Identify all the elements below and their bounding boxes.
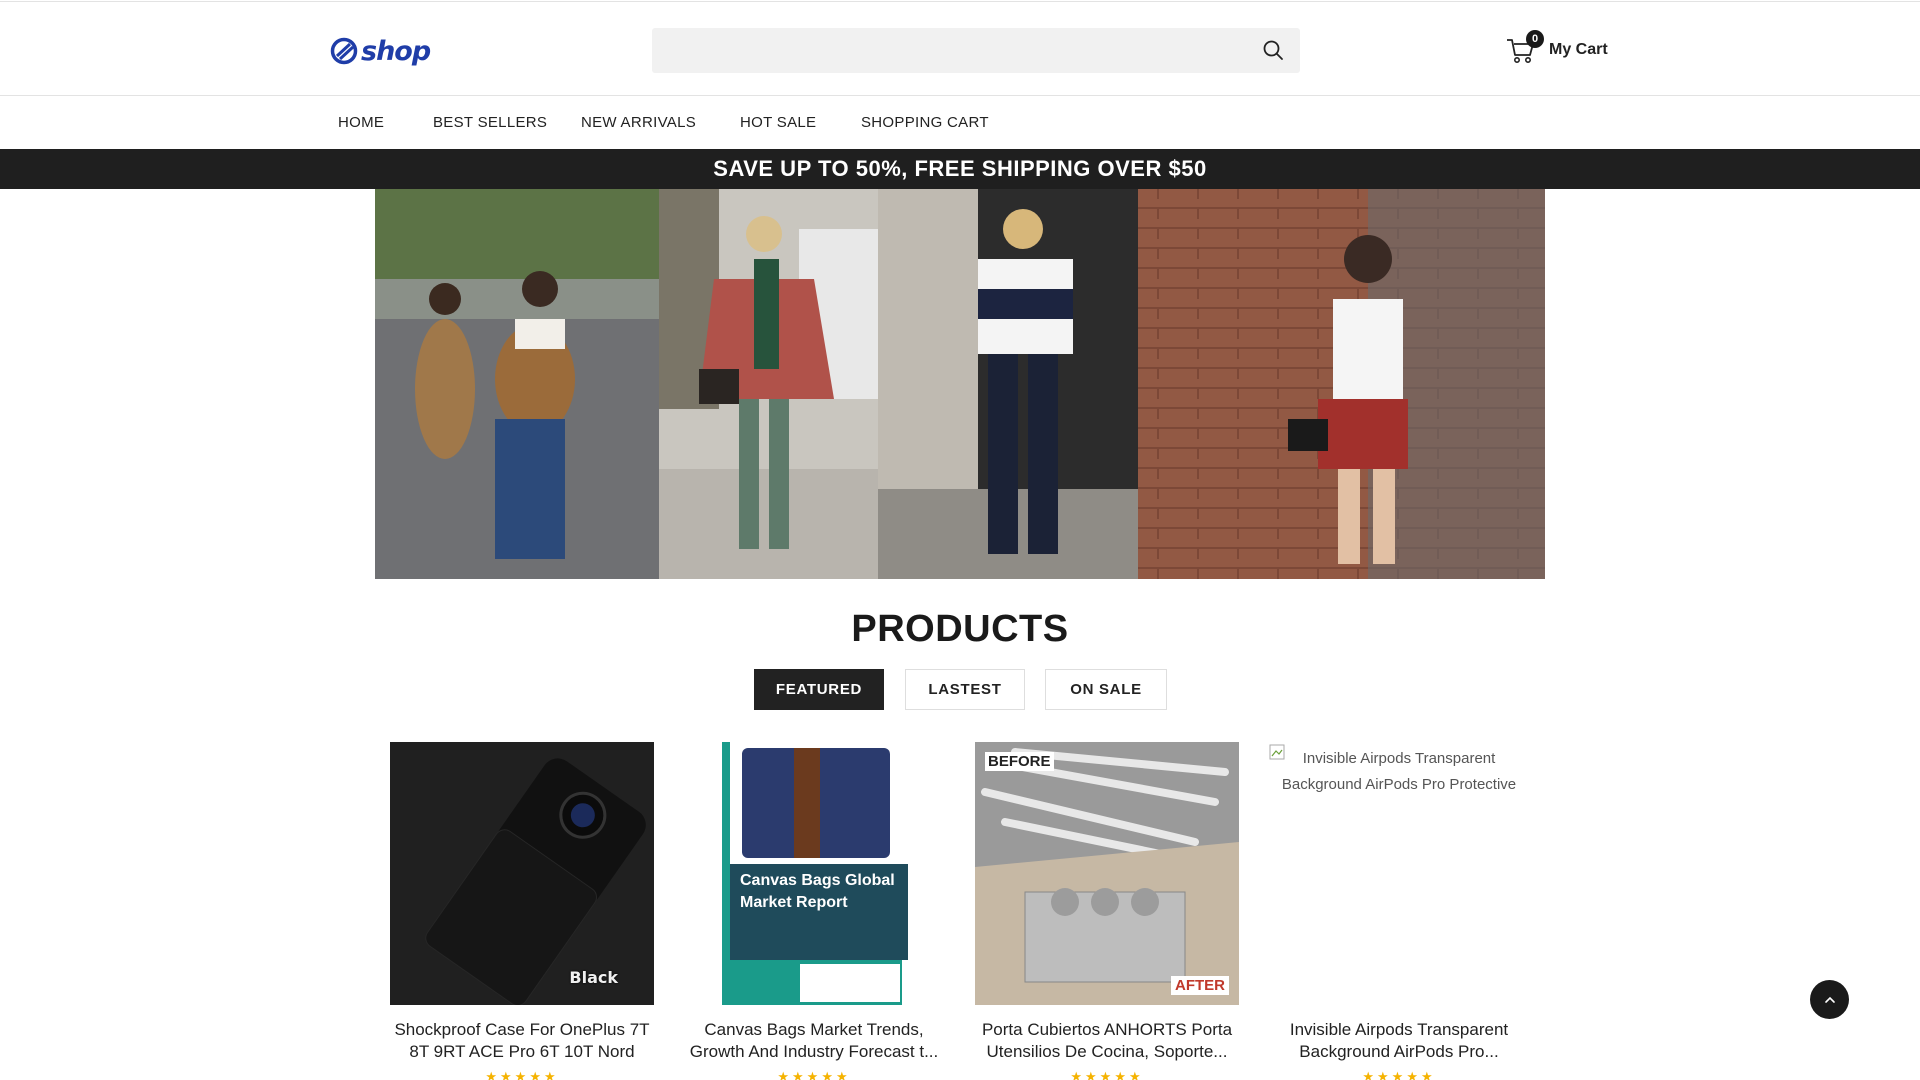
site-header: shop 0 My Cart [0,1,1920,96]
rating-stars: ★★★★★ [1362,1069,1436,1080]
logo-icon [330,37,358,65]
search-input[interactable] [652,28,1252,73]
product-card[interactable]: Canvas Bags Global Market Report Canvas … [682,742,946,1080]
logo-text: shop [361,35,431,67]
product-image-caption: Black [569,968,618,987]
nav-item-shopping-cart[interactable]: SHOPPING CART [861,114,989,131]
image-label-after: AFTER [1171,976,1229,995]
shop-logo[interactable]: shop [330,35,431,67]
cart-icon[interactable]: 0 [1505,30,1544,66]
rating-stars: ★★★★★ [485,1069,559,1080]
image-label-before: BEFORE [985,752,1054,771]
product-image[interactable]: Black [390,742,654,1005]
nav-item-new-arrivals[interactable]: NEW ARRIVALS [581,114,696,131]
rating-stars: ★★★★★ [777,1069,851,1080]
main-nav: HOME BEST SELLERS NEW ARRIVALS HOT SALE … [0,97,1920,149]
promo-banner: SAVE UP TO 50%, FREE SHIPPING OVER $50 [0,149,1920,189]
hero-collage[interactable] [375,189,1545,579]
nav-item-hot-sale[interactable]: HOT SALE [740,114,816,131]
hero-image-3 [878,189,1138,579]
product-image[interactable]: BEFORE AFTER [975,742,1239,1005]
hero-image-4 [1138,189,1545,579]
search-bar[interactable] [652,28,1300,73]
product-title[interactable]: Invisible Airpods Transparent Background… [1267,1019,1531,1063]
product-image-caption: Canvas Bags Global Market Report [740,872,895,911]
my-cart[interactable]: 0 My Cart [1505,30,1608,68]
nav-item-best-sellers[interactable]: BEST SELLERS [433,114,547,131]
tab-lastest[interactable]: LASTEST [905,669,1025,710]
back-to-top-button[interactable] [1810,980,1849,1019]
products-heading: PRODUCTS [851,608,1069,650]
hero-image-2 [659,189,878,579]
product-title[interactable]: Porta Cubiertos ANHORTS Porta Utensilios… [975,1019,1239,1063]
cart-count-badge: 0 [1526,30,1544,48]
promo-banner-text: SAVE UP TO 50%, FREE SHIPPING OVER $50 [713,156,1207,181]
product-title[interactable]: Shockproof Case For OnePlus 7T 8T 9RT AC… [390,1019,654,1063]
product-image[interactable]: Invisible Airpods Transparent Background… [1267,742,1531,1005]
product-card[interactable]: Black Shockproof Case For OnePlus 7T 8T … [390,742,654,1080]
nav-item-home[interactable]: HOME [338,114,384,131]
rating-stars: ★★★★★ [1070,1069,1144,1080]
hero-image-1 [375,189,659,579]
cart-label[interactable]: My Cart [1549,41,1608,59]
product-card[interactable]: BEFORE AFTER Porta Cubiertos ANHORTS Por… [975,742,1239,1080]
product-card[interactable]: Invisible Airpods Transparent Background… [1267,742,1531,1080]
tab-featured[interactable]: FEATURED [754,669,884,710]
search-icon[interactable] [1262,39,1284,61]
image-alt-text: Invisible Airpods Transparent Background… [1281,750,1517,793]
product-image[interactable]: Canvas Bags Global Market Report [682,742,946,1005]
product-title[interactable]: Canvas Bags Market Trends, Growth And In… [682,1019,946,1063]
tab-on-sale[interactable]: ON SALE [1045,669,1167,710]
chevron-up-icon [1824,996,1835,1003]
